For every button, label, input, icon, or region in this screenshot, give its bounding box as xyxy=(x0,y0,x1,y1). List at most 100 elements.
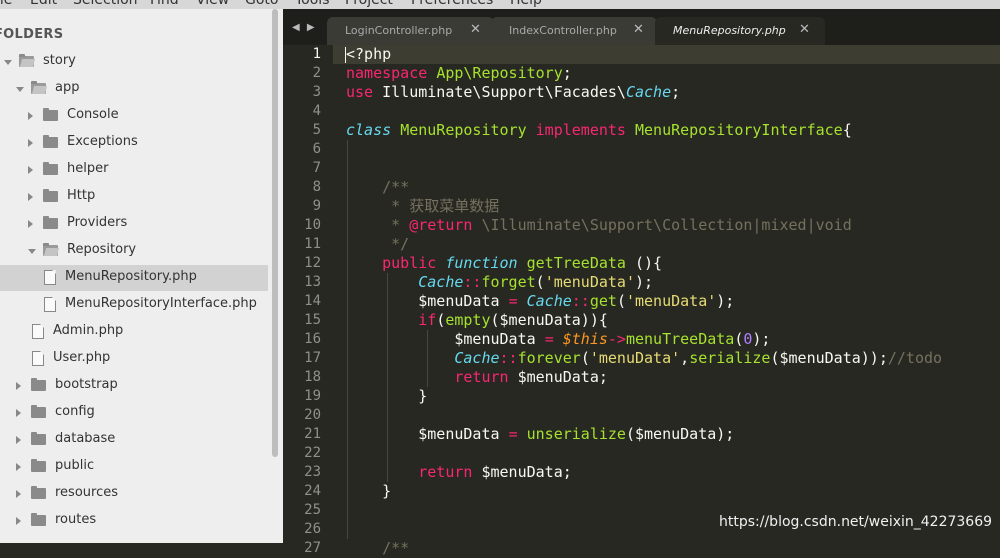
code-line[interactable]: namespace App\Repository; xyxy=(346,64,572,83)
line-number: 5 xyxy=(312,122,321,138)
menu-item[interactable]: Selection xyxy=(73,0,138,8)
disclosure-closed-icon[interactable] xyxy=(16,382,21,390)
code-token: ( xyxy=(535,273,545,291)
code-line[interactable]: class MenuRepository implements MenuRepo… xyxy=(346,121,852,140)
tree-folder-item[interactable]: helper xyxy=(0,157,268,183)
code-line[interactable]: /** xyxy=(346,539,409,558)
disclosure-closed-icon[interactable] xyxy=(16,490,21,498)
tab-close-icon[interactable]: ✕ xyxy=(470,22,481,37)
file-icon xyxy=(44,297,56,312)
tree-folder-item[interactable]: app xyxy=(0,76,268,102)
code-token: $menuData; xyxy=(508,368,608,386)
disclosure-open-icon[interactable] xyxy=(28,249,36,254)
line-number: 13 xyxy=(304,274,321,290)
tree-item-label: story xyxy=(43,53,76,68)
tree-folder-item[interactable]: story xyxy=(0,49,268,75)
disclosure-closed-icon[interactable] xyxy=(28,166,33,174)
tree-item-label: MenuRepositoryInterface.php xyxy=(65,296,257,311)
menu-item[interactable]: Tools xyxy=(295,0,330,8)
tree-folder-item[interactable]: Http xyxy=(0,184,268,210)
code-line[interactable]: $menuData = $this->menuTreeData(0); xyxy=(346,330,770,349)
tab-label: MenuRepository.php xyxy=(673,24,786,37)
tree-item-label: Exceptions xyxy=(67,134,138,149)
disclosure-closed-icon[interactable] xyxy=(28,112,33,120)
disclosure-closed-icon[interactable] xyxy=(16,409,21,417)
tree-file-item[interactable]: MenuRepository.php xyxy=(0,265,268,291)
tree-folder-item[interactable]: Providers xyxy=(0,211,268,237)
disclosure-open-icon[interactable] xyxy=(4,60,12,65)
tab[interactable]: LoginController.php ✕ xyxy=(327,17,494,45)
code-line[interactable]: */ xyxy=(346,235,409,254)
disclosure-closed-icon[interactable] xyxy=(28,193,33,201)
file-icon xyxy=(44,270,56,285)
code-line[interactable]: /** xyxy=(346,178,409,197)
code-line[interactable]: $menuData = Cache::get('menuData'); xyxy=(346,292,734,311)
folder-open-icon xyxy=(19,54,34,67)
tab-nav-arrows[interactable]: ◀ ▶ xyxy=(292,22,317,33)
sidebar-scrollbar[interactable] xyxy=(272,9,278,457)
menu-item[interactable]: Goto xyxy=(245,0,278,8)
disclosure-closed-icon[interactable] xyxy=(16,463,21,471)
code-line[interactable]: use Illuminate\Support\Facades\Cache; xyxy=(346,83,680,102)
menu-item[interactable]: ile xyxy=(0,0,12,8)
code-line[interactable]: Cache::forever('menuData',serialize($men… xyxy=(346,349,942,368)
tree-folder-item[interactable]: public xyxy=(0,454,268,480)
code-token: empty xyxy=(445,311,491,329)
tree-folder-item[interactable]: Exceptions xyxy=(0,130,268,156)
tree-folder-item[interactable]: routes xyxy=(0,508,268,534)
tree-folder-item[interactable]: Repository xyxy=(0,238,268,264)
code-line[interactable]: public function getTreeData (){ xyxy=(346,254,662,273)
tree-folder-item[interactable]: config xyxy=(0,400,268,426)
tab[interactable]: MenuRepository.php ✕ xyxy=(655,17,825,45)
tab-close-icon[interactable]: ✕ xyxy=(633,22,644,37)
tree-file-item[interactable]: MenuRepositoryInterface.php xyxy=(0,292,268,318)
code-line[interactable]: return $menuData; xyxy=(346,463,572,482)
code-line[interactable]: * @return \Illuminate\Support\Collection… xyxy=(346,216,852,235)
tree-folder-item[interactable]: database xyxy=(0,427,268,453)
line-number: 1 xyxy=(312,46,321,62)
line-number: 16 xyxy=(304,331,321,347)
code-token: get xyxy=(589,292,617,310)
tree-folder-item[interactable]: Console xyxy=(0,103,268,129)
menu-item[interactable]: Project xyxy=(345,0,393,8)
code-line[interactable]: * 获取菜单数据 xyxy=(346,197,499,216)
tree-file-item[interactable]: Admin.php xyxy=(0,319,268,345)
code-token: Cache xyxy=(418,273,464,291)
code-token: public xyxy=(382,254,437,272)
tab-close-icon[interactable]: ✕ xyxy=(799,22,810,37)
disclosure-open-icon[interactable] xyxy=(16,87,24,92)
code-token: ($menuData)){ xyxy=(490,311,608,329)
menu-item[interactable]: Find xyxy=(150,0,179,8)
code-line[interactable]: if(empty($menuData)){ xyxy=(346,311,608,330)
tree-folder-item[interactable]: resources xyxy=(0,481,268,507)
disclosure-closed-icon[interactable] xyxy=(16,517,21,525)
code-token: use xyxy=(346,83,374,101)
tree-item-label: Http xyxy=(67,188,96,203)
menu-item[interactable]: View xyxy=(196,0,229,8)
code-line[interactable]: $menuData = unserialize($menuData); xyxy=(346,425,734,444)
menu-item[interactable]: Edit xyxy=(30,0,57,8)
tree-item-label: Providers xyxy=(67,215,128,230)
code-line[interactable]: Cache::forget('menuData'); xyxy=(346,273,653,292)
line-number: 24 xyxy=(304,483,321,499)
code-token: forever xyxy=(517,349,581,367)
tab[interactable]: IndexController.php ✕ xyxy=(491,17,657,45)
disclosure-closed-icon[interactable] xyxy=(28,139,33,147)
menu-item[interactable]: Preferences xyxy=(411,0,493,8)
code-line[interactable]: <?php xyxy=(346,45,391,64)
code-line[interactable]: return $menuData; xyxy=(346,368,608,387)
menu-item[interactable]: Help xyxy=(510,0,542,8)
disclosure-closed-icon[interactable] xyxy=(28,220,33,228)
tree-file-item[interactable]: User.php xyxy=(0,346,268,372)
text-caret xyxy=(345,47,346,63)
code-line[interactable]: } xyxy=(346,387,427,406)
tree-folder-item[interactable]: bootstrap xyxy=(0,373,268,399)
disclosure-closed-icon[interactable] xyxy=(16,436,21,444)
code-line[interactable]: } xyxy=(346,482,391,501)
